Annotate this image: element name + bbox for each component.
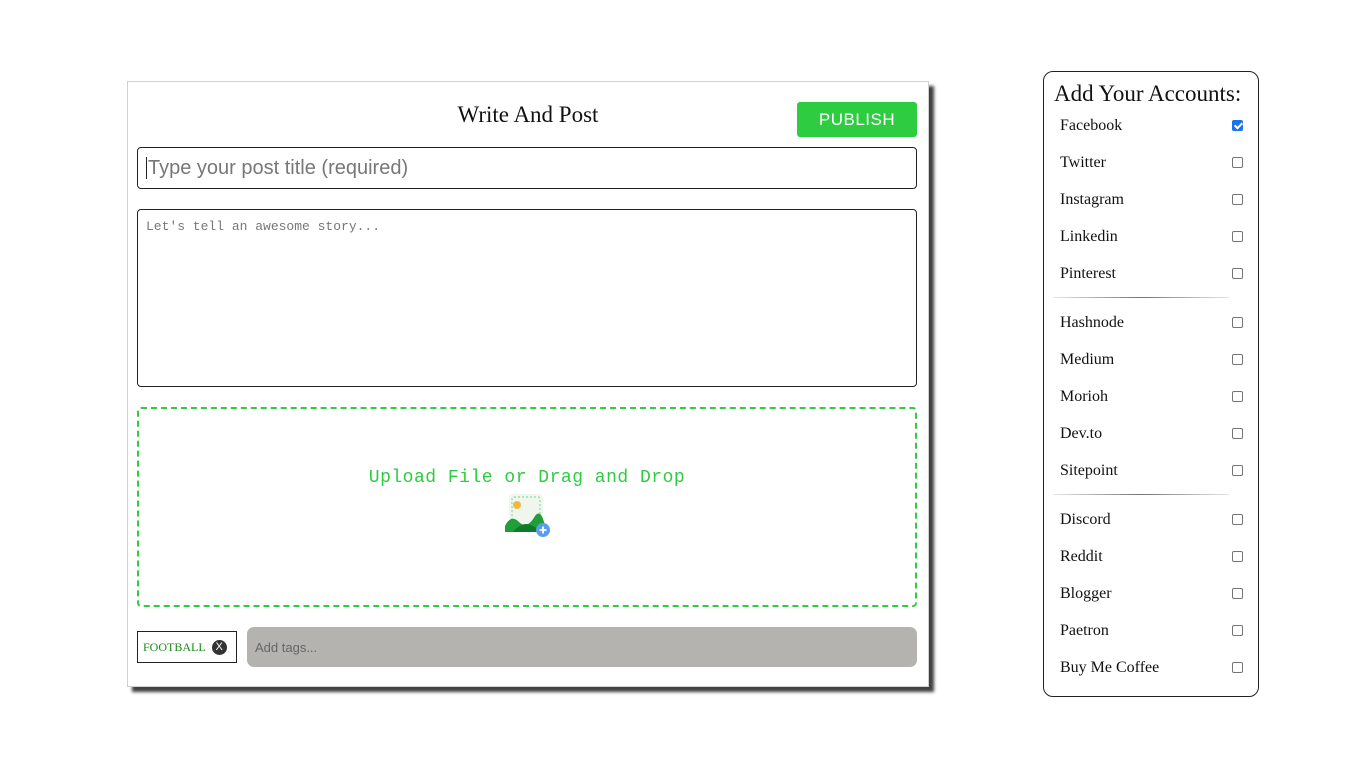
- tags-placeholder: Add tags...: [255, 639, 318, 655]
- account-item-morioh[interactable]: Morioh: [1044, 378, 1258, 415]
- account-label: Pinterest: [1060, 264, 1116, 282]
- account-checkbox[interactable]: [1232, 465, 1243, 476]
- tag-chip: FOOTBALL X: [137, 631, 237, 663]
- accounts-list: Facebook Twitter Instagram Linkedin Pinteres…: [1044, 107, 1258, 686]
- account-item-instagram[interactable]: Instagram: [1044, 181, 1258, 218]
- account-checkbox[interactable]: [1232, 231, 1243, 242]
- post-title-input[interactable]: Type your post title (required): [137, 147, 917, 189]
- account-checkbox[interactable]: [1232, 268, 1243, 279]
- accounts-panel: Add Your Accounts: Facebook Twitter Instag…: [1043, 71, 1259, 697]
- accounts-divider: [1044, 292, 1258, 304]
- account-label: Morioh: [1060, 387, 1108, 405]
- account-label: Blogger: [1060, 584, 1112, 602]
- account-checkbox[interactable]: [1232, 551, 1243, 562]
- tags-input[interactable]: Add tags...: [247, 627, 917, 667]
- account-item-buy-me-coffee[interactable]: Buy Me Coffee: [1044, 649, 1258, 686]
- account-item-medium[interactable]: Medium: [1044, 341, 1258, 378]
- accounts-divider: [1044, 489, 1258, 501]
- account-item-facebook[interactable]: Facebook: [1044, 107, 1258, 144]
- account-label: Instagram: [1060, 190, 1124, 208]
- account-checkbox[interactable]: [1232, 428, 1243, 439]
- account-item-dev-to[interactable]: Dev.to: [1044, 415, 1258, 452]
- post-editor-panel: Write And Post PUBLISH Type your post ti…: [127, 81, 929, 687]
- story-placeholder: Let's tell an awesome story...: [146, 219, 381, 234]
- file-dropzone[interactable]: Upload File or Drag and Drop: [137, 407, 917, 607]
- account-item-pinterest[interactable]: Pinterest: [1044, 255, 1258, 292]
- story-textarea[interactable]: Let's tell an awesome story...: [137, 209, 917, 387]
- account-label: Dev.to: [1060, 424, 1103, 442]
- account-checkbox[interactable]: [1232, 625, 1243, 636]
- account-label: Buy Me Coffee: [1060, 658, 1160, 676]
- account-label: Discord: [1060, 510, 1111, 528]
- account-item-paetron[interactable]: Paetron: [1044, 612, 1258, 649]
- account-label: Twitter: [1060, 153, 1106, 171]
- publish-button[interactable]: PUBLISH: [797, 102, 917, 137]
- account-checkbox[interactable]: [1232, 157, 1243, 168]
- account-checkbox[interactable]: [1232, 391, 1243, 402]
- account-label: Facebook: [1060, 116, 1123, 134]
- account-checkbox[interactable]: [1232, 317, 1243, 328]
- account-label: Hashnode: [1060, 313, 1124, 331]
- account-item-linkedin[interactable]: Linkedin: [1044, 218, 1258, 255]
- account-label: Reddit: [1060, 547, 1103, 565]
- account-item-twitter[interactable]: Twitter: [1044, 144, 1258, 181]
- account-label: Linkedin: [1060, 227, 1118, 245]
- account-item-reddit[interactable]: Reddit: [1044, 538, 1258, 575]
- text-caret: [146, 157, 147, 179]
- post-title-placeholder: Type your post title (required): [148, 156, 409, 179]
- account-label: Sitepoint: [1060, 461, 1118, 479]
- image-add-icon: [505, 494, 550, 537]
- account-checkbox[interactable]: [1232, 662, 1243, 673]
- account-label: Paetron: [1060, 621, 1109, 639]
- account-item-discord[interactable]: Discord: [1044, 501, 1258, 538]
- upload-label: Upload File or Drag and Drop: [368, 468, 686, 488]
- tag-remove-icon[interactable]: X: [211, 639, 227, 655]
- account-item-sitepoint[interactable]: Sitepoint: [1044, 452, 1258, 489]
- account-checkbox[interactable]: [1232, 514, 1243, 525]
- account-checkbox[interactable]: [1232, 354, 1243, 365]
- accounts-title: Add Your Accounts:: [1054, 81, 1242, 106]
- tag-chip-label: FOOTBALL: [143, 639, 206, 654]
- account-checkbox[interactable]: [1232, 588, 1243, 599]
- account-checkbox[interactable]: [1232, 194, 1243, 205]
- account-checkbox[interactable]: [1232, 120, 1243, 131]
- account-item-hashnode[interactable]: Hashnode: [1044, 304, 1258, 341]
- account-item-blogger[interactable]: Blogger: [1044, 575, 1258, 612]
- account-label: Medium: [1060, 350, 1115, 368]
